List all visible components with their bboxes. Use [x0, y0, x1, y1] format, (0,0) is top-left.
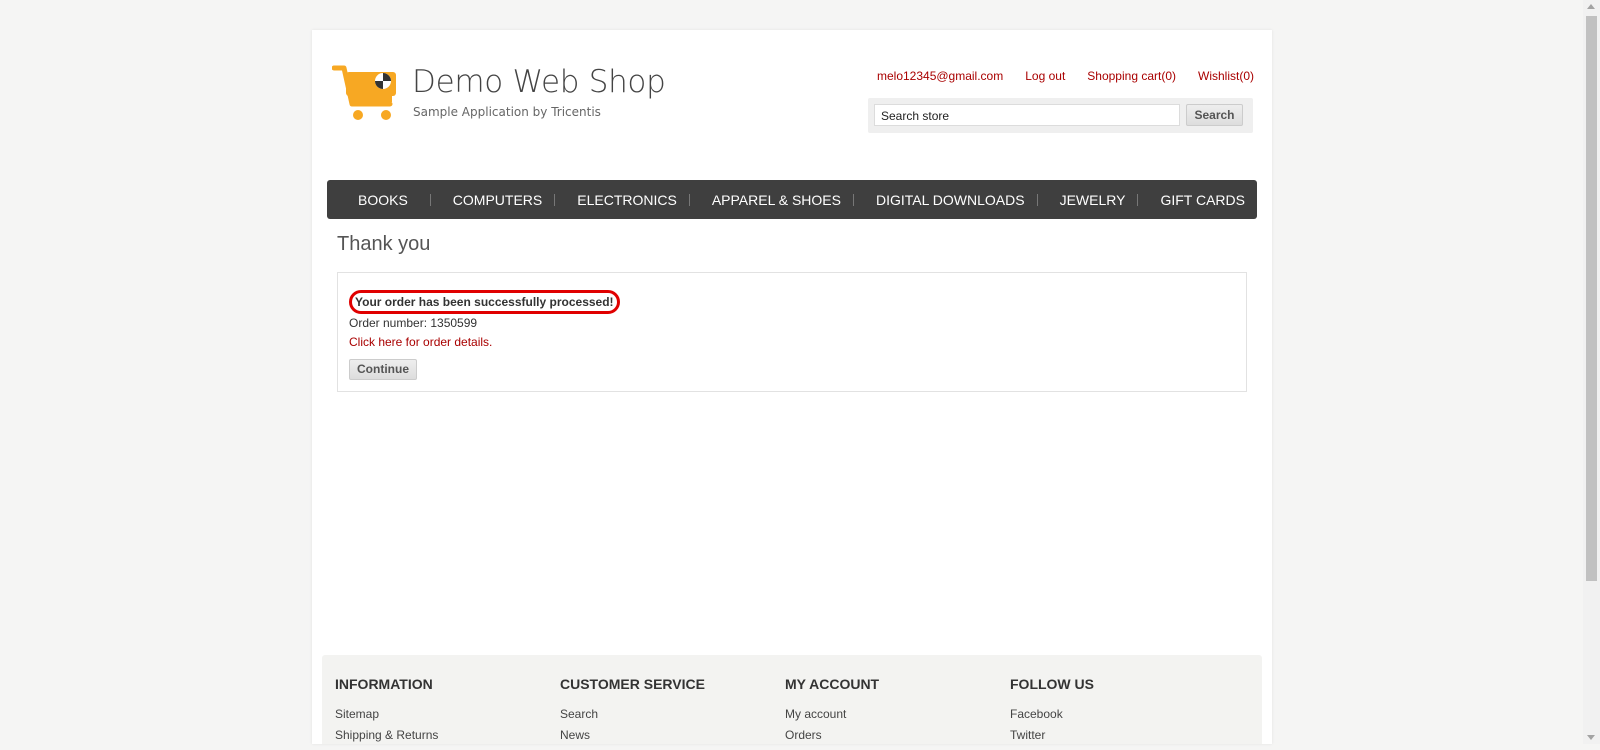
nav-item-apparel-shoes[interactable]: APPAREL & SHOES [712, 192, 841, 208]
top-menu: BOOKS COMPUTERS ELECTRONICS APPAREL & SH… [327, 180, 1257, 219]
order-success-message: Your order has been successfully process… [349, 290, 620, 314]
footer-link-facebook[interactable]: Facebook [1010, 708, 1094, 720]
footer-column-information: INFORMATION Sitemap Shipping & Returns [335, 676, 438, 750]
order-details-link[interactable]: Click here for order details. [349, 335, 492, 349]
search-box: Search store Search [868, 98, 1253, 133]
nav-separator [688, 193, 690, 206]
scrollbar-thumb[interactable] [1586, 16, 1597, 581]
nav-item-books[interactable]: BOOKS [358, 192, 408, 208]
footer-link-my-account[interactable]: My account [785, 708, 879, 720]
scroll-down-arrow-icon[interactable] [1587, 735, 1595, 740]
nav-separator [853, 193, 854, 206]
search-button[interactable]: Search [1186, 104, 1243, 126]
continue-button[interactable]: Continue [349, 359, 417, 380]
footer-column-my-account: MY ACCOUNT My account Orders [785, 676, 879, 750]
logo-subtitle: Sample Application by Tricentis [413, 105, 601, 119]
footer-column-customer-service: CUSTOMER SERVICE Search News [560, 676, 705, 750]
account-link[interactable]: melo12345@gmail.com [877, 69, 1003, 83]
order-completed-panel: Your order has been successfully process… [337, 272, 1247, 392]
nav-item-digital-downloads[interactable]: DIGITAL DOWNLOADS [876, 192, 1025, 208]
vertical-scrollbar[interactable] [1583, 0, 1600, 744]
header-links: melo12345@gmail.com Log out Shopping car… [877, 69, 1254, 83]
shopping-cart-link[interactable]: Shopping cart(0) [1087, 69, 1176, 83]
footer-link-search[interactable]: Search [560, 708, 705, 720]
footer-link-news[interactable]: News [560, 729, 705, 741]
logout-link[interactable]: Log out [1025, 69, 1065, 83]
nav-item-electronics[interactable]: ELECTRONICS [577, 192, 677, 208]
site-logo[interactable]: Demo Web Shop Sample Application by Tric… [332, 64, 666, 124]
footer-column-title: INFORMATION [335, 676, 433, 692]
logo-title: Demo Web Shop [412, 64, 666, 100]
footer: INFORMATION Sitemap Shipping & Returns C… [322, 655, 1262, 744]
nav-separator [1137, 193, 1139, 206]
order-number: Order number: 1350599 [349, 316, 478, 330]
nav-separator [1036, 193, 1038, 206]
footer-column-follow-us: FOLLOW US Facebook Twitter [1010, 676, 1094, 750]
footer-column-title: MY ACCOUNT [785, 676, 880, 692]
scroll-up-arrow-icon[interactable] [1587, 4, 1595, 9]
search-input[interactable]: Search store [874, 104, 1180, 126]
page-container: Demo Web Shop Sample Application by Tric… [312, 30, 1272, 744]
footer-column-title: CUSTOMER SERVICE [560, 676, 705, 692]
nav-item-computers[interactable]: COMPUTERS [453, 192, 542, 208]
footer-link-twitter[interactable]: Twitter [1010, 729, 1094, 741]
nav-separator [554, 193, 556, 206]
nav-item-gift-cards[interactable]: GIFT CARDS [1160, 192, 1245, 208]
footer-link-sitemap[interactable]: Sitemap [335, 708, 438, 720]
nav-separator [429, 193, 431, 206]
page-title: Thank you [337, 233, 431, 255]
shopping-cart-icon [332, 65, 396, 120]
footer-link-orders[interactable]: Orders [785, 729, 879, 741]
nav-item-jewelry[interactable]: JEWELRY [1060, 192, 1126, 208]
footer-column-title: FOLLOW US [1010, 676, 1094, 692]
footer-link-shipping-returns[interactable]: Shipping & Returns [335, 729, 438, 741]
wishlist-link[interactable]: Wishlist(0) [1198, 69, 1254, 83]
